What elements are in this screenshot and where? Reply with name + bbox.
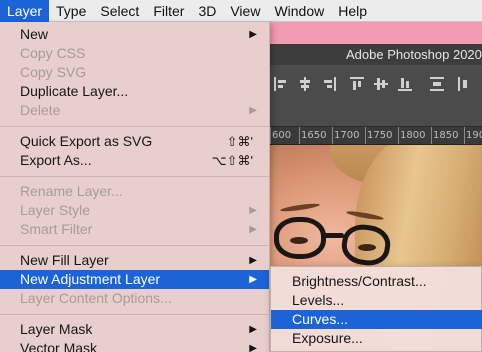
- menu-item-label: Layer Mask: [20, 321, 93, 337]
- submenu-item-levels[interactable]: Levels...: [271, 291, 482, 310]
- menu-filter[interactable]: Filter: [146, 0, 191, 22]
- menu-separator: [0, 245, 269, 246]
- menu-item-label: Duplicate Layer...: [20, 83, 129, 99]
- submenu-arrow-icon: ▶: [249, 205, 257, 216]
- menu-item-new-adjustment-layer[interactable]: New Adjustment Layer ▶: [0, 270, 269, 289]
- menu-item-quick-export-svg[interactable]: Quick Export as SVG ⇧⌘': [0, 132, 269, 151]
- ruler-label: 1750: [367, 130, 393, 141]
- menu-item-rename-layer: Rename Layer...: [0, 182, 269, 201]
- menu-item-label: Vector Mask: [20, 340, 98, 352]
- photo-eyebrow: [279, 202, 321, 213]
- ruler-label: 1650: [301, 130, 327, 141]
- align-center-icon[interactable]: [298, 77, 312, 91]
- submenu-arrow-icon: ▶: [249, 105, 257, 116]
- menu-item-label: Rename Layer...: [20, 183, 123, 199]
- app-title: Adobe Photoshop 2020: [270, 44, 482, 65]
- menu-item-layer-mask[interactable]: Layer Mask ▶: [0, 320, 269, 339]
- options-bar: [270, 65, 482, 127]
- menu-item-layer-content-options: Layer Content Options...: [0, 289, 269, 308]
- menu-item-label: Layer Content Options...: [20, 290, 172, 306]
- menu-item-label: Smart Filter: [20, 221, 93, 237]
- horizontal-ruler: 600 1650 1700 1750 1800 1850 190: [270, 127, 482, 145]
- photo-glasses-lens: [274, 217, 326, 259]
- distribute-icon[interactable]: [430, 77, 444, 91]
- menu-item-shortcut: ⇧⌘': [226, 134, 253, 149]
- menu-item-new-fill-layer[interactable]: New Fill Layer ▶: [0, 251, 269, 270]
- submenu-item-brightness-contrast[interactable]: Brightness/Contrast...: [271, 272, 482, 291]
- submenu-arrow-icon: ▶: [249, 324, 257, 335]
- ruler-label: 1850: [433, 130, 459, 141]
- align-right-icon[interactable]: [322, 77, 336, 91]
- menu-separator: [0, 126, 269, 127]
- menu-item-delete: Delete ▶: [0, 101, 269, 120]
- menu-help[interactable]: Help: [331, 0, 374, 22]
- menu-item-label: Export As...: [20, 152, 92, 168]
- align-bottom-icon[interactable]: [398, 77, 412, 91]
- menu-separator: [0, 176, 269, 177]
- menu-separator: [0, 314, 269, 315]
- menu-bar: Layer Type Select Filter 3D View Window …: [0, 0, 482, 22]
- menu-item-duplicate-layer[interactable]: Duplicate Layer...: [0, 82, 269, 101]
- menu-item-copy-svg: Copy SVG: [0, 63, 269, 82]
- ruler-label: 1700: [334, 130, 360, 141]
- align-top-icon[interactable]: [350, 77, 364, 91]
- menu-item-label: Copy CSS: [20, 45, 86, 61]
- submenu-arrow-icon: ▶: [249, 343, 257, 352]
- menu-item-copy-css: Copy CSS: [0, 44, 269, 63]
- align-middle-icon[interactable]: [374, 77, 388, 91]
- menu-item-label: Exposure...: [292, 330, 363, 346]
- submenu-item-exposure[interactable]: Exposure...: [271, 329, 482, 348]
- submenu-arrow-icon: ▶: [249, 224, 257, 235]
- photo-glasses-bridge: [322, 233, 344, 238]
- menu-item-label: Delete: [20, 102, 61, 118]
- align-left-icon[interactable]: [274, 77, 288, 91]
- menu-item-vector-mask[interactable]: Vector Mask ▶: [0, 339, 269, 352]
- ruler-label: 190: [466, 130, 482, 141]
- adjustment-layer-submenu: Brightness/Contrast... Levels... Curves.…: [270, 266, 482, 352]
- submenu-item-curves[interactable]: Curves...: [271, 310, 482, 329]
- ruler-label: 1800: [400, 130, 426, 141]
- menu-item-label: Copy SVG: [20, 64, 87, 80]
- ruler-label: 600: [272, 130, 292, 141]
- submenu-arrow-icon: ▶: [249, 29, 257, 40]
- menu-type[interactable]: Type: [49, 0, 93, 22]
- menu-3d[interactable]: 3D: [191, 0, 223, 22]
- submenu-arrow-icon: ▶: [249, 255, 257, 266]
- menu-item-label: Layer Style: [20, 202, 91, 218]
- menu-item-label: New: [20, 26, 49, 42]
- menu-view[interactable]: View: [223, 0, 267, 22]
- menu-item-layer-style: Layer Style ▶: [0, 201, 269, 220]
- menu-item-smart-filter: Smart Filter ▶: [0, 220, 269, 239]
- submenu-arrow-icon: ▶: [249, 274, 257, 285]
- menu-layer[interactable]: Layer: [0, 0, 50, 22]
- menu-item-export-as[interactable]: Export As... ⌥⇧⌘': [0, 151, 269, 170]
- menu-item-label: Levels...: [292, 292, 345, 308]
- menu-item-label: New Adjustment Layer: [20, 271, 161, 287]
- menu-window[interactable]: Window: [267, 0, 331, 22]
- menu-item-label: New Fill Layer: [20, 252, 109, 268]
- menu-item-label: Brightness/Contrast...: [292, 273, 427, 289]
- menu-select[interactable]: Select: [93, 0, 146, 22]
- window-top-bar: [270, 22, 482, 44]
- menu-item-new[interactable]: New ▶: [0, 25, 269, 44]
- menu-item-shortcut: ⌥⇧⌘': [211, 153, 253, 168]
- layer-menu-dropdown: New ▶ Copy CSS Copy SVG Duplicate Layer.…: [0, 22, 270, 352]
- menu-item-label: Curves...: [292, 311, 349, 327]
- menu-item-label: Quick Export as SVG: [20, 133, 153, 149]
- distribute-horizontal-icon[interactable]: [458, 77, 472, 91]
